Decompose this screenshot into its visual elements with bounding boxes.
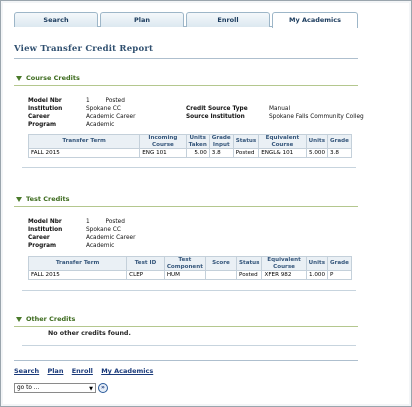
tab-my-academics[interactable]: My Academics [272,12,358,28]
column-header: Incoming Course [139,134,187,149]
column-header: Units Taken [185,134,210,149]
test-credits-left-values: 1 Posted Spokane CC Academic Career Acad… [86,218,136,250]
column-header: Test ID [126,256,165,271]
double-chevron-right-icon: » [101,384,105,391]
no-credits-message: No other credits found. [48,330,131,337]
section-divider [22,345,356,346]
table-cell: 3.8 [208,148,234,158]
model-nbr-label: Model Nbr [28,219,62,225]
column-header: Transfer Term [27,134,141,149]
column-header: Units [305,256,329,271]
course-credits-left-values: 1 Posted Spokane CC Academic Career Acad… [86,97,136,129]
course-credits-right-values: Manual Spokane Falls Community Colleg [269,105,364,121]
column-header: Grade Input [208,134,234,149]
course-credits-title: Course Credits [26,74,80,82]
footer-link-search[interactable]: Search [14,367,39,375]
test-credits-table: Transfer Term Test ID Test Component Sco… [27,256,352,280]
institution-value: Spokane CC [86,106,121,112]
column-header: Grade [327,256,352,271]
title-divider [14,58,358,59]
section-divider [22,290,356,291]
table-cell: ENG 101 [139,148,187,158]
program-value: Academic [86,122,115,128]
other-credits-title: Other Credits [26,315,76,323]
test-credits-left-fields: Model Nbr Institution Career Program [28,218,62,250]
course-credits-table: Transfer Term Incoming Course Units Take… [27,134,352,158]
career-value: Academic Career [86,114,136,120]
tab-bar: Search Plan Enroll My Academics [14,12,358,28]
table-cell: 5.00 [185,148,210,158]
table-row: FALL 2015 ENG 101 5.00 3.8 Posted ENGL& … [27,148,352,158]
footer-link-enroll[interactable]: Enroll [72,367,93,375]
footer-divider [14,360,358,361]
footer-link-my-academics[interactable]: My Academics [101,367,153,375]
collapse-triangle-icon[interactable] [16,76,22,81]
column-header: Test Component [163,256,206,271]
table-cell: 1.000 [305,270,329,280]
column-header: Status [236,256,263,271]
goto-select-value: go to ... [17,385,40,391]
table-header-row: Transfer Term Incoming Course Units Take… [27,134,352,149]
section-divider [22,167,356,168]
column-header: Transfer Term [27,256,128,271]
table-cell: CLEP [126,270,165,280]
page-title: View Transfer Credit Report [14,44,154,54]
table-cell: P [327,270,352,280]
column-header: Equivalent Course [261,256,307,271]
table-cell: FALL 2015 [27,148,141,158]
course-credits-right-fields: Credit Source Type Source Institution [186,105,248,121]
model-nbr-value: 1 [86,98,90,104]
table-cell: 3.8 [327,148,352,158]
program-value: Academic [86,243,115,249]
course-credits-header[interactable]: Course Credits [14,73,358,86]
career-label: Career [28,114,50,120]
table-cell [204,270,238,280]
collapse-triangle-icon[interactable] [16,317,22,322]
model-status-value: Posted [105,98,125,104]
program-label: Program [28,122,57,128]
table-row: FALL 2015 CLEP HUM Posted XFER 982 1.000… [27,270,352,280]
table-cell: Posted [232,148,260,158]
column-header: Grade [327,134,352,149]
tab-enroll[interactable]: Enroll [186,12,270,27]
credit-source-type-label: Credit Source Type [186,106,248,112]
other-credits-header[interactable]: Other Credits [14,314,358,327]
table-cell: Posted [236,270,263,280]
table-cell: XFER 982 [261,270,307,280]
course-credits-left-fields: Model Nbr Institution Career Program [28,97,62,129]
institution-label: Institution [28,227,63,233]
column-header: Units [305,134,329,149]
table-cell: ENGL& 101 [258,148,307,158]
table-header-row: Transfer Term Test ID Test Component Sco… [27,256,352,271]
table-cell: 5.000 [305,148,329,158]
source-institution-label: Source Institution [186,114,245,120]
table-cell: HUM [163,270,206,280]
footer-link-plan[interactable]: Plan [47,367,63,375]
program-label: Program [28,243,57,249]
tab-plan[interactable]: Plan [100,12,184,27]
model-status-value: Posted [105,219,125,225]
career-label: Career [28,235,50,241]
column-header: Score [204,256,238,271]
tab-search[interactable]: Search [14,12,98,27]
goto-select[interactable]: go to ... ▼ [14,383,96,393]
column-header: Equivalent Course [258,134,307,149]
test-credits-title: Test Credits [26,195,70,203]
test-credits-header[interactable]: Test Credits [14,194,358,207]
go-button[interactable]: » [98,383,108,393]
column-header: Status [232,134,260,149]
footer-links: Search Plan Enroll My Academics [14,367,159,375]
collapse-triangle-icon[interactable] [16,197,22,202]
source-institution-value: Spokane Falls Community Colleg [269,114,364,120]
model-nbr-label: Model Nbr [28,98,62,104]
institution-value: Spokane CC [86,227,121,233]
credit-source-type-value: Manual [269,106,291,112]
model-nbr-value: 1 [86,219,90,225]
table-cell: FALL 2015 [27,270,128,280]
institution-label: Institution [28,106,63,112]
career-value: Academic Career [86,235,136,241]
dropdown-arrow-icon: ▼ [89,386,93,392]
